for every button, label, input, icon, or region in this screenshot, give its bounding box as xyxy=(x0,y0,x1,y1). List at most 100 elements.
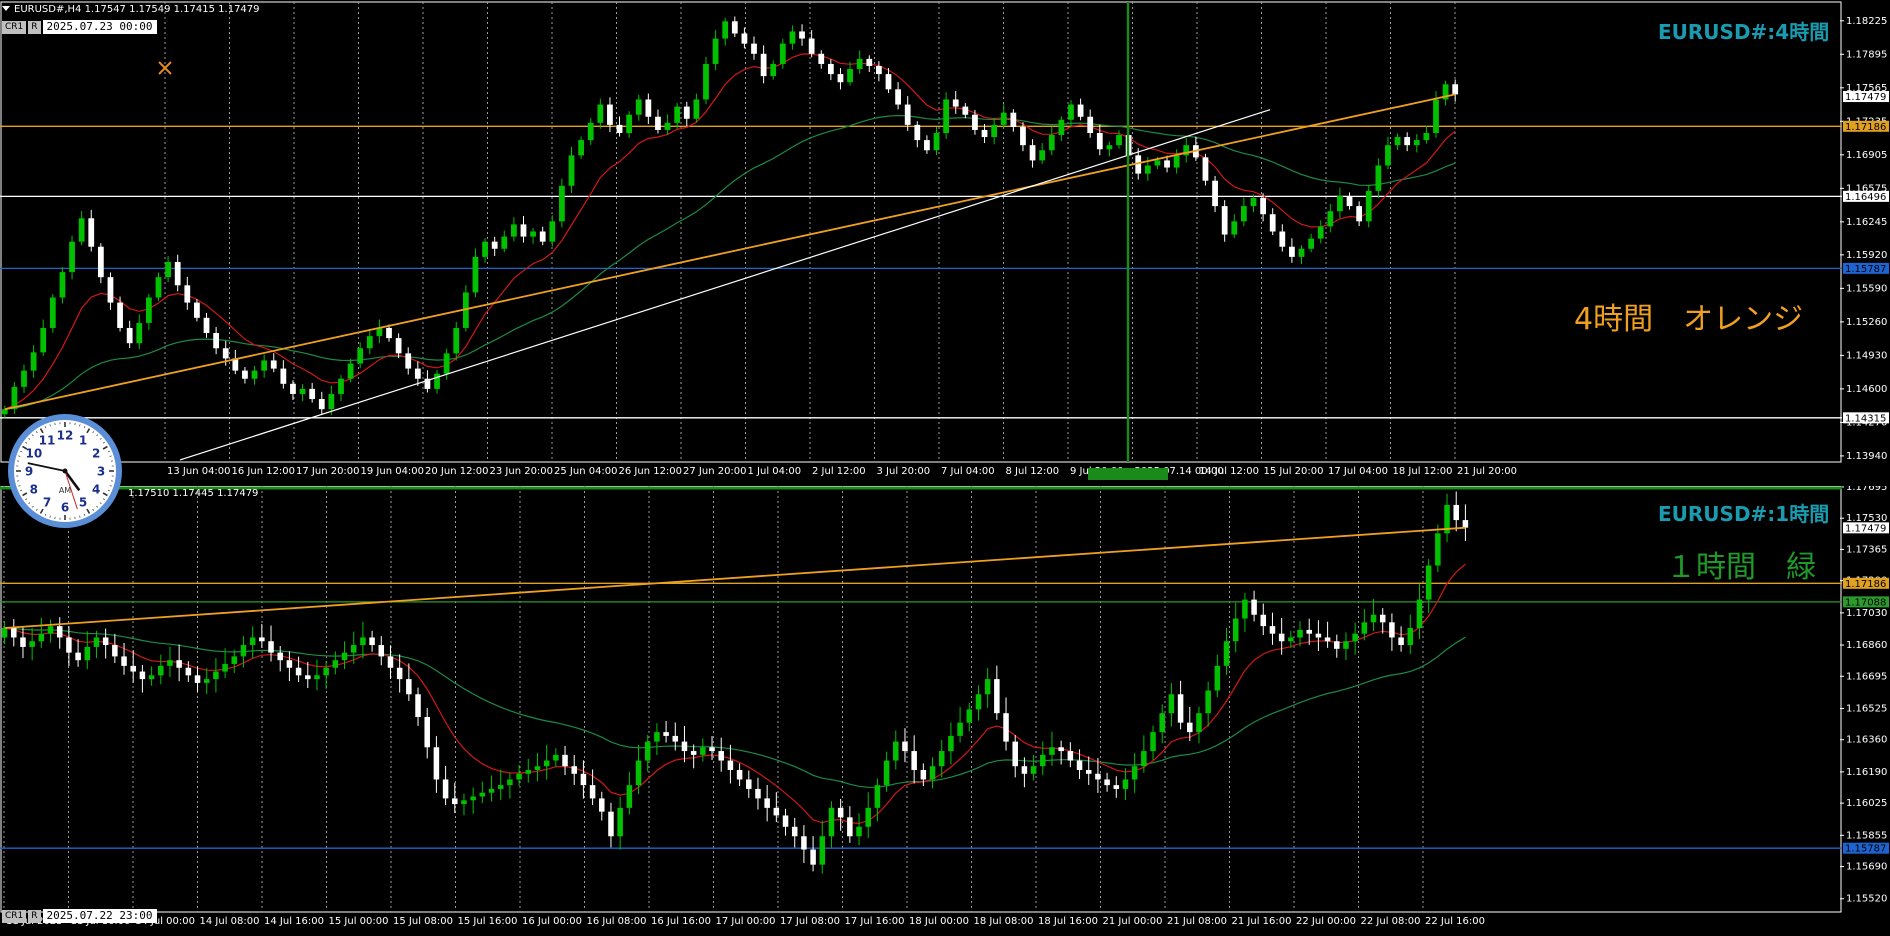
candle-body xyxy=(672,735,679,742)
candle-body xyxy=(681,741,688,752)
h4-r-tag[interactable]: R xyxy=(28,20,41,34)
candle-body xyxy=(1039,150,1046,161)
x-tick-label: 7 Jul 04:00 xyxy=(941,466,995,477)
candle-body xyxy=(516,773,522,780)
candle-body xyxy=(1196,713,1202,733)
candle-body xyxy=(1327,211,1334,227)
x-tick-label: 19 Jun 04:00 xyxy=(361,466,425,477)
candle-body xyxy=(286,660,293,668)
candle-body xyxy=(251,370,258,379)
candle-body xyxy=(1241,206,1247,222)
y-tick-label: 1.16525 xyxy=(1846,703,1887,714)
candle-body xyxy=(952,99,959,107)
candle-body xyxy=(1212,180,1218,207)
candle-body xyxy=(981,129,988,138)
candle-body xyxy=(277,652,283,661)
candle-body xyxy=(1297,629,1303,638)
candle-body xyxy=(962,106,969,115)
clock-number: 5 xyxy=(79,496,87,510)
x-tick-label: 17 Jul 16:00 xyxy=(845,916,905,927)
candle-body xyxy=(395,338,402,354)
candle-body xyxy=(1416,599,1423,628)
candle-body xyxy=(847,69,853,83)
x-tick-label: 22 Jul 00:00 xyxy=(1296,916,1356,927)
slow-moving-average xyxy=(4,114,1456,410)
candle-body xyxy=(482,241,488,257)
y-tick-label: 1.17695 xyxy=(1846,486,1887,493)
h1-cr-tag[interactable]: CR1 xyxy=(2,909,27,923)
candle-body xyxy=(213,333,219,349)
candle-body xyxy=(626,785,633,808)
y-tick-label: 1.18225 xyxy=(1846,16,1887,27)
candle-body xyxy=(1168,694,1175,714)
candle-body xyxy=(683,106,690,119)
candle-body xyxy=(914,124,921,141)
candle-body xyxy=(755,788,761,799)
candle-body xyxy=(1177,694,1184,723)
candle-body xyxy=(635,99,642,115)
candle-body xyxy=(59,272,66,298)
x-tick-label: 18 Jul 08:00 xyxy=(974,916,1034,927)
candle-body xyxy=(760,53,767,77)
candle-body xyxy=(1423,132,1430,141)
candle-body xyxy=(664,122,671,130)
candle-body xyxy=(360,637,366,646)
y-tick-label: 1.14600 xyxy=(1846,384,1887,395)
candle-body xyxy=(1058,119,1065,136)
candle-body xyxy=(866,58,873,66)
x-tick-label: 21 Jul 00:00 xyxy=(1103,916,1163,927)
candle-body xyxy=(874,785,881,808)
h4-chart-canvas[interactable]: 13 Jun 04:00 16 Jun 12:00 17 Jun 20:00 19 J… xyxy=(0,0,1890,484)
candle-body xyxy=(1260,197,1266,215)
candle-body xyxy=(608,811,614,837)
candle-body xyxy=(764,798,770,808)
candle-body xyxy=(773,807,780,816)
h4-chart-pane[interactable]: 13 Jun 04:00 16 Jun 12:00 17 Jun 20:00 19 J… xyxy=(0,0,1890,484)
h1-r-tag[interactable]: R xyxy=(28,909,41,923)
candle-body xyxy=(369,637,375,646)
candle-body xyxy=(1306,629,1312,634)
clock-am-label: AM xyxy=(59,486,71,495)
candle-body xyxy=(791,826,798,837)
candle-body xyxy=(943,99,949,133)
plot-frame xyxy=(0,1,1842,463)
candle-body xyxy=(387,656,394,668)
chart-menu-triangle-icon[interactable] xyxy=(2,6,10,11)
candle-body xyxy=(470,796,476,801)
candle-body xyxy=(549,221,556,242)
x-tick-label: 14 Jul 08:00 xyxy=(200,916,260,927)
candle-body xyxy=(1214,665,1221,691)
candle-body xyxy=(66,637,72,653)
y-tick-label: 1.15690 xyxy=(1846,862,1887,873)
clock-number: 11 xyxy=(39,433,56,447)
x-tick-label: 20 Jun 12:00 xyxy=(425,466,489,477)
x-tick-label: 21 Jul 20:00 xyxy=(1457,466,1517,477)
h4-cursor-date: 2025.07.23 00:00 xyxy=(42,20,157,34)
candle-body xyxy=(1251,599,1257,615)
candle-body xyxy=(865,807,871,827)
candle-body xyxy=(30,352,37,371)
candle-body xyxy=(885,74,892,90)
candle-body xyxy=(443,353,450,374)
candle-body xyxy=(1012,741,1018,767)
analog-clock-widget[interactable]: 12 12 3 45678 9 1011 AM xyxy=(6,412,124,530)
h4-cr-tag[interactable]: CR1 xyxy=(2,20,27,34)
candle-body xyxy=(491,241,498,249)
candle-body xyxy=(690,751,697,755)
h1-chart-pane[interactable]: 11 Jul 202511 Jul 16:0014 Jul 00:0014 Ju… xyxy=(0,486,1890,936)
candle-body xyxy=(994,679,1000,714)
candle-body xyxy=(350,645,357,653)
candle-body xyxy=(1164,160,1170,168)
candle-body xyxy=(203,679,210,683)
candle-body xyxy=(1113,785,1120,789)
clock-number: 2 xyxy=(92,447,100,461)
current-price-label: 1.17479 xyxy=(1845,523,1886,534)
candle-body xyxy=(770,63,777,77)
candle-body xyxy=(1144,165,1151,174)
candle-body xyxy=(779,43,786,64)
candle-body xyxy=(693,99,700,119)
y-tick-label: 1.16860 xyxy=(1846,640,1887,651)
h1-chart-canvas[interactable]: 11 Jul 202511 Jul 16:0014 Jul 00:0014 Ju… xyxy=(0,486,1890,936)
candle-body xyxy=(635,760,642,786)
x-tick-label: 18 Jul 16:00 xyxy=(1038,916,1098,927)
